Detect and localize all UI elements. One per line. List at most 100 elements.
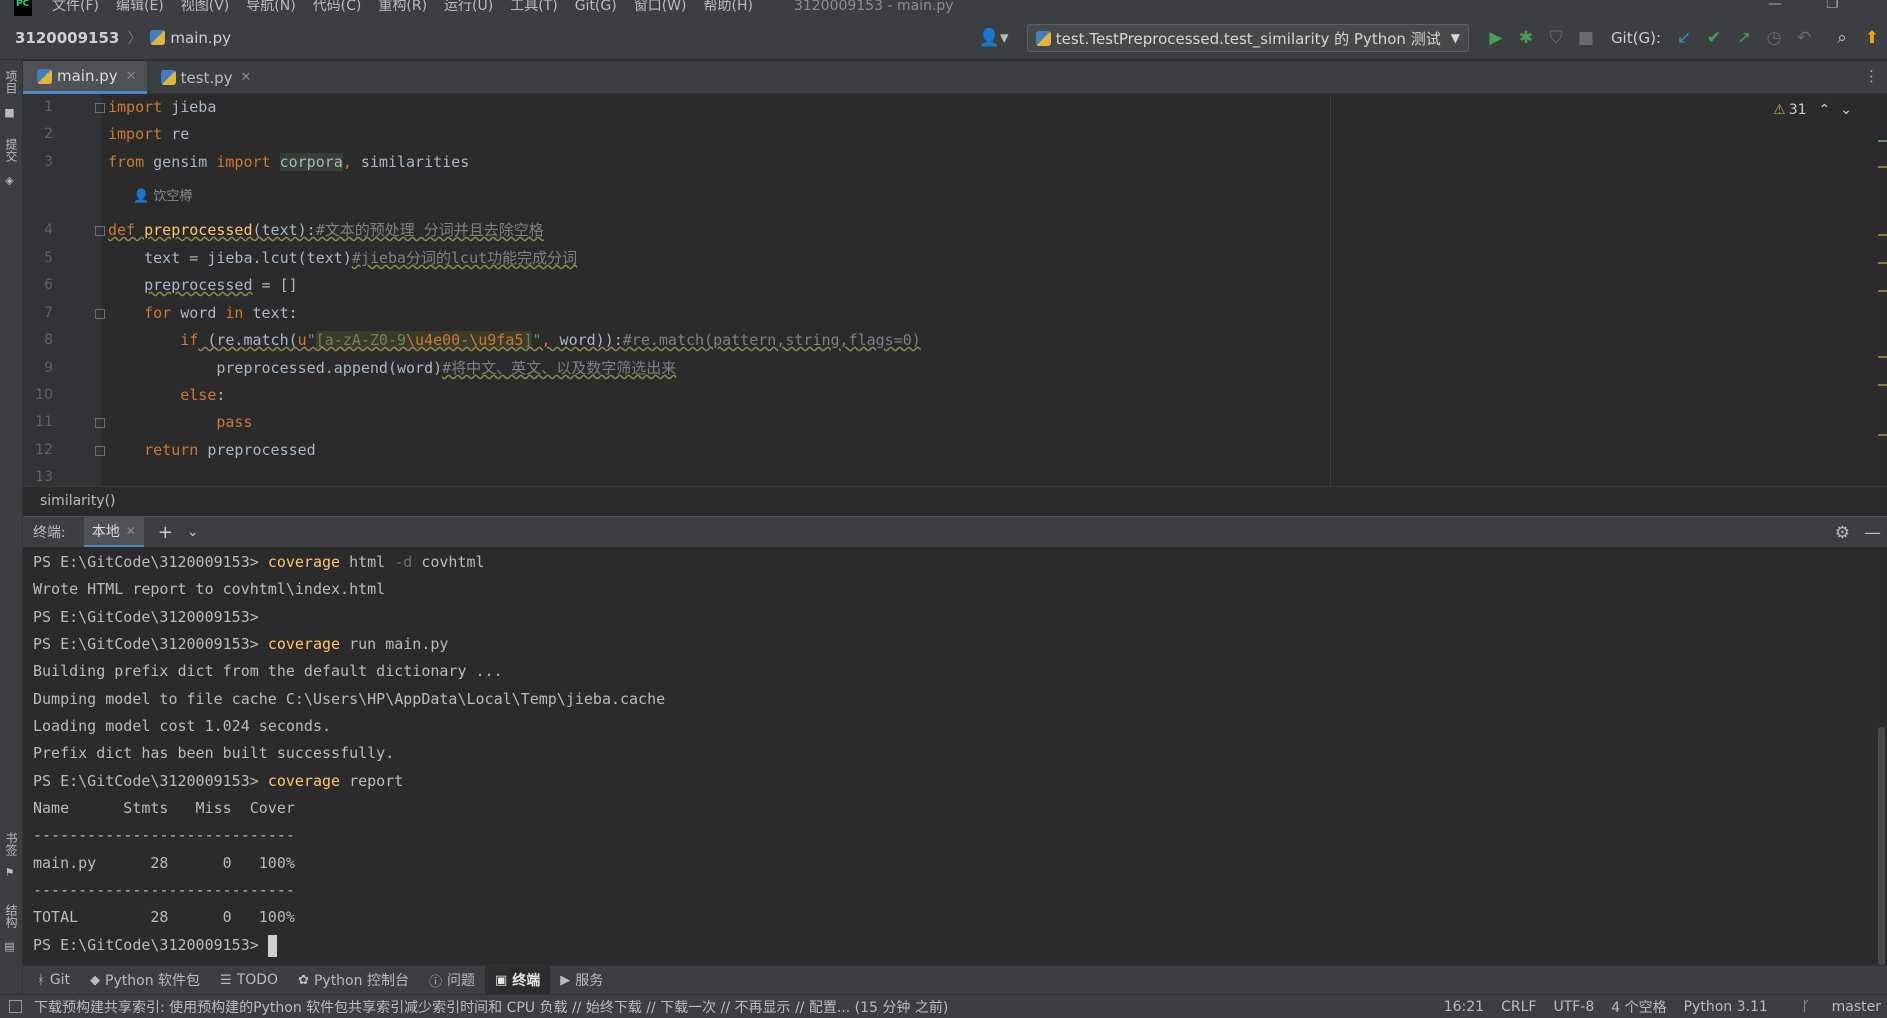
python-interpreter[interactable]: Python 3.11 — [1684, 999, 1768, 1015]
stop-icon[interactable]: ■ — [1573, 25, 1599, 51]
tab-local-terminal[interactable]: 本地 ✕ — [83, 516, 144, 548]
tab-main-py[interactable]: main.py ✕ — [23, 61, 147, 94]
tool-windows-toggle-icon[interactable] — [9, 1000, 22, 1013]
update-notification-icon[interactable]: ⬆ — [1859, 25, 1885, 51]
fold-marker-icon[interactable] — [95, 226, 105, 236]
code-breadcrumb[interactable]: similarity() — [23, 486, 1887, 515]
gear-icon[interactable]: ⚙ — [1835, 523, 1850, 543]
author-inlay-hint[interactable]: 👤 饮空樽 — [133, 185, 192, 204]
code-line-6: preprocessed = [] — [108, 272, 298, 299]
status-message[interactable]: 下载预构建共享索引: 使用预构建的Python 软件包共享索引减少索引时间和 C… — [34, 997, 948, 1017]
fold-marker-icon[interactable] — [95, 103, 105, 113]
code-line-2: import re — [108, 121, 189, 148]
line-number: 11 — [35, 414, 53, 430]
menu-git[interactable]: Git(G) — [575, 0, 617, 13]
tool-python-packages[interactable]: ◆ Python 软件包 — [80, 966, 210, 995]
debug-icon[interactable]: ✱ — [1513, 25, 1539, 51]
fold-marker-icon[interactable] — [95, 446, 105, 456]
git-push-icon[interactable]: ↗ — [1731, 25, 1757, 51]
scroll-marker[interactable] — [1878, 234, 1887, 236]
restore-icon[interactable]: ❐ — [1826, 0, 1839, 12]
menu-navigate[interactable]: 导航(N) — [246, 0, 295, 13]
tab-test-py[interactable]: test.py ✕ — [147, 61, 262, 94]
scroll-marker[interactable] — [1878, 290, 1887, 292]
commit-tool-label[interactable]: 提交 — [3, 138, 20, 162]
file-encoding[interactable]: UTF-8 — [1553, 999, 1594, 1015]
chevron-up-icon[interactable]: ⌃ — [1819, 102, 1831, 118]
close-icon[interactable]: ✕ — [126, 524, 136, 538]
tool-label: Python 软件包 — [105, 973, 201, 989]
menu-refactor[interactable]: 重构(R) — [378, 0, 427, 13]
menu-help[interactable]: 帮助(H) — [703, 0, 752, 13]
indent-setting[interactable]: 4 个空格 — [1611, 997, 1666, 1017]
scroll-marker[interactable] — [1878, 434, 1887, 436]
scroll-marker[interactable] — [1878, 166, 1887, 168]
tool-services[interactable]: ▶ 服务 — [550, 966, 613, 995]
folder-icon[interactable]: ■ — [3, 106, 16, 119]
commit-icon[interactable]: ◈ — [3, 174, 16, 187]
menu-window[interactable]: 窗口(W) — [634, 0, 687, 13]
code-token: def — [108, 221, 136, 239]
search-icon[interactable]: ⌕ — [1829, 25, 1855, 51]
breadcrumb-project[interactable]: 3120009153 — [15, 29, 119, 47]
structure-icon[interactable]: ▤ — [3, 940, 16, 953]
run-config-selector[interactable]: test.TestPreprocessed.test_similarity 的 … — [1026, 24, 1469, 52]
minimize-panel-icon[interactable]: — — [1864, 523, 1881, 543]
run-config-label: test.TestPreprocessed.test_similarity 的 … — [1055, 29, 1441, 48]
git-update-icon[interactable]: ↙ — [1671, 25, 1697, 51]
chevron-down-icon[interactable]: ⌄ — [187, 524, 199, 540]
menu-view[interactable]: 视图(V) — [181, 0, 230, 13]
close-icon[interactable]: ✕ — [241, 70, 252, 85]
python-test-icon — [1035, 30, 1051, 46]
fold-marker-icon[interactable] — [95, 418, 105, 428]
user-account-icon[interactable]: 👤▾ — [975, 25, 1013, 51]
terminal-scrollbar[interactable] — [1878, 727, 1885, 965]
history-icon[interactable]: ◷ — [1761, 25, 1787, 51]
terminal-line: Loading model cost 1.024 seconds. — [33, 717, 332, 735]
code-token: import — [216, 153, 271, 171]
close-icon[interactable]: ✕ — [126, 69, 137, 84]
inspection-widget[interactable]: ⚠ 31 ⌃ ⌄ — [1773, 102, 1852, 118]
line-separator[interactable]: CRLF — [1501, 999, 1536, 1015]
structure-tool-label[interactable]: 结构 — [3, 904, 20, 928]
menu-tools[interactable]: 工具(T) — [510, 0, 557, 13]
run-icon[interactable]: ▶ — [1483, 25, 1509, 51]
tool-window-bar: ᚼ Git ◆ Python 软件包 ☰ TODO ✿ Python 控制台 ⓘ 问题 ▣… — [23, 965, 1887, 995]
add-terminal-icon[interactable]: + — [158, 522, 173, 543]
tool-todo[interactable]: ☰ TODO — [210, 966, 288, 995]
git-commit-icon[interactable]: ✔ — [1701, 25, 1727, 51]
scroll-marker[interactable] — [1878, 356, 1887, 358]
breadcrumb-function[interactable]: similarity() — [40, 493, 116, 509]
bookmarks-tool-label[interactable]: 书签 — [3, 832, 20, 856]
caret-position[interactable]: 16:21 — [1444, 999, 1484, 1015]
code-line-1: import jieba — [108, 94, 216, 121]
tool-terminal[interactable]: ▣ 终端 — [484, 965, 551, 995]
coverage-icon[interactable]: ⛉ — [1543, 25, 1569, 51]
line-gutter[interactable]: 1 2 3 4 5 6 7 8 9 10 11 12 13 — [23, 94, 105, 486]
bookmark-icon[interactable]: ⚑ — [3, 866, 16, 879]
tool-python-console[interactable]: ✿ Python 控制台 — [288, 966, 419, 995]
chevron-down-icon[interactable]: ⌄ — [1840, 102, 1852, 118]
fold-marker-icon[interactable] — [95, 309, 105, 319]
scroll-marker[interactable] — [1878, 384, 1887, 386]
tool-problems[interactable]: ⓘ 问题 — [419, 966, 485, 995]
tool-git[interactable]: ᚼ Git — [27, 966, 80, 995]
rollback-icon[interactable]: ↶ — [1791, 25, 1817, 51]
tool-label: Python 控制台 — [313, 973, 409, 989]
breadcrumb-file[interactable]: main.py — [150, 29, 231, 47]
services-icon: ▶ — [560, 972, 571, 988]
code-token: text: — [243, 304, 298, 322]
terminal-prompt: PS E:\GitCode\3120009153> — [33, 553, 268, 571]
terminal-output[interactable]: PS E:\GitCode\3120009153> coverage html … — [23, 547, 1887, 965]
more-options-icon[interactable]: ⋮ — [1864, 67, 1879, 85]
menu-edit[interactable]: 编辑(E) — [116, 0, 164, 13]
scroll-marker[interactable] — [1878, 140, 1887, 142]
menu-code[interactable]: 代码(C) — [313, 0, 362, 13]
scroll-marker[interactable] — [1878, 262, 1887, 264]
minimize-icon[interactable]: — — [1768, 0, 1782, 12]
menu-file[interactable]: 文件(F) — [52, 0, 99, 13]
git-branch[interactable]: ᚴ master — [1785, 999, 1881, 1015]
menu-run[interactable]: 运行(U) — [444, 0, 493, 13]
project-tool-label[interactable]: 项目 — [3, 70, 20, 94]
code-editor[interactable]: 1 2 3 4 5 6 7 8 9 10 11 12 13 import jie… — [23, 94, 1887, 486]
